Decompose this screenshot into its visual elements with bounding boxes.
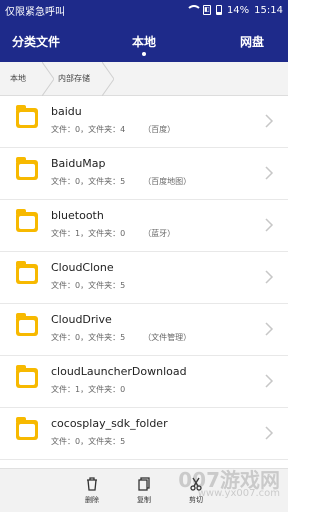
breadcrumb-root-label: 本地 [10, 74, 26, 83]
copy-button[interactable]: 复制 [132, 474, 156, 508]
battery-percent: 14% [226, 4, 250, 16]
copy-label: 复制 [137, 496, 151, 504]
breadcrumb-current[interactable]: 内部存储 [48, 61, 115, 97]
folder-meta: 文件：0，文件夹：5 （文件管理） [51, 333, 192, 342]
folder-row[interactable]: CloudDrive 文件：0，文件夹：5 （文件管理） [0, 304, 288, 356]
folder-icon [16, 417, 38, 440]
battery-icon [215, 5, 222, 15]
folder-name: bluetooth [51, 209, 104, 222]
top-tab-bar: 分类文件 本地 网盘 [0, 20, 288, 62]
move-button[interactable]: 剪切 [184, 474, 208, 508]
folder-name: BaiduMap [51, 157, 106, 170]
folder-meta: 文件：0，文件夹：5 [51, 437, 126, 446]
tab-categories-label: 分类文件 [12, 34, 61, 49]
chevron-right-icon [264, 425, 274, 440]
folder-row[interactable]: BaiduMap 文件：0，文件夹：5 （百度地图） [0, 148, 288, 200]
breadcrumb-current-label: 内部存储 [58, 74, 90, 83]
chevron-right-icon [264, 269, 274, 284]
status-bar: 仅限紧急呼叫 ◧ 14% 15:14 [0, 0, 288, 20]
breadcrumb: 本地 内部存储 [0, 61, 288, 97]
chevron-right-icon [264, 113, 274, 128]
sim-icon: ◧ [202, 5, 211, 15]
folder-row[interactable]: bluetooth 文件：1，文件夹：0 （蓝牙） [0, 200, 288, 252]
wifi-icon [185, 5, 202, 15]
tab-categories[interactable]: 分类文件 [12, 20, 60, 62]
tab-local[interactable]: 本地 [132, 20, 156, 62]
chevron-right-icon [264, 321, 274, 336]
folder-meta: 文件：0，文件夹：5 （百度地图） [51, 177, 192, 186]
folder-name: CloudDrive [51, 313, 112, 326]
folder-row[interactable]: CloudClone 文件：0，文件夹：5 [0, 252, 288, 304]
chevron-right-icon [264, 373, 274, 388]
active-tab-indicator [142, 52, 146, 56]
copy-icon [138, 477, 150, 491]
folder-row[interactable]: baidu 文件：0，文件夹：4 （百度） [0, 96, 288, 148]
tab-local-label: 本地 [132, 34, 157, 49]
folder-icon [16, 313, 38, 336]
tab-network-drive[interactable]: 网盘 [240, 20, 264, 62]
folder-icon [16, 209, 38, 232]
folder-meta: 文件：0，文件夹：5 [51, 281, 126, 290]
system-indicators: ◧ 14% 15:14 [185, 4, 283, 16]
folder-name: CloudClone [51, 261, 114, 274]
file-list: baidu 文件：0，文件夹：4 （百度） BaiduMap 文件：0，文件夹：5… [0, 96, 288, 460]
folder-icon [16, 365, 38, 388]
folder-row[interactable]: cloudLauncherDownload 文件：1，文件夹：0 [0, 356, 288, 408]
folder-row[interactable]: cocosplay_sdk_folder 文件：0，文件夹：5 [0, 408, 288, 460]
chevron-right-icon [264, 165, 274, 180]
breadcrumb-separator [101, 61, 115, 97]
delete-label: 删除 [85, 496, 99, 504]
chevron-right-icon [264, 217, 274, 232]
folder-meta: 文件：1，文件夹：0 [51, 385, 126, 394]
breadcrumb-root[interactable]: 本地 [0, 61, 55, 97]
clock: 15:14 [254, 4, 283, 16]
move-label: 剪切 [189, 496, 203, 504]
trash-icon [87, 477, 97, 491]
carrier-status: 仅限紧急呼叫 [5, 6, 65, 18]
folder-meta: 文件：0，文件夹：4 （百度） [51, 125, 176, 134]
folder-name: cloudLauncherDownload [51, 365, 187, 378]
folder-name: baidu [51, 105, 82, 118]
folder-icon [16, 261, 38, 284]
folder-icon [16, 105, 38, 128]
folder-name: cocosplay_sdk_folder [51, 417, 168, 430]
cut-icon [190, 477, 202, 491]
folder-icon [16, 157, 38, 180]
bottom-action-bar: 删除 复制 剪切 [0, 468, 288, 512]
tab-network-drive-label: 网盘 [239, 34, 264, 49]
folder-meta: 文件：1，文件夹：0 （蓝牙） [51, 229, 176, 238]
delete-button[interactable]: 删除 [80, 474, 104, 508]
